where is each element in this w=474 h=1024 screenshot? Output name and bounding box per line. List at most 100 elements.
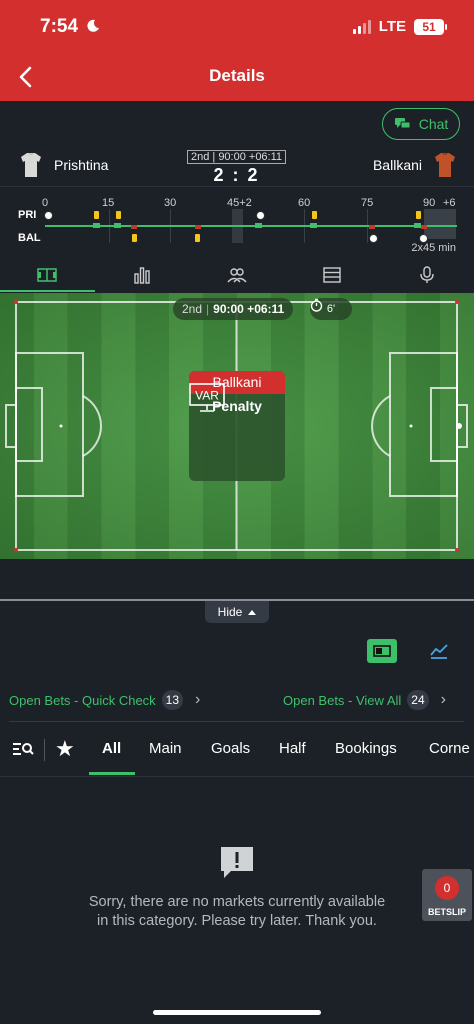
- moon-icon: [87, 19, 99, 32]
- var-icon-text: VAR: [195, 389, 219, 403]
- hide-button[interactable]: Hide: [205, 601, 269, 623]
- betslip-count: 0: [435, 876, 459, 900]
- market-tabs: ★ All Main Goals Half Bookings Corne: [0, 730, 474, 776]
- quick-check-count: 13: [161, 690, 184, 710]
- home-team: Prishtina: [20, 152, 108, 178]
- timeline-tick: 30: [164, 197, 177, 209]
- pitch-match-time: 2nd | 90:00 +06:11: [173, 298, 294, 320]
- substitution-icon: [93, 223, 100, 228]
- event-card: Ballkani VAR Penalty: [189, 371, 285, 481]
- search-list-icon: [13, 743, 34, 755]
- separator: [44, 739, 45, 761]
- open-bets-bar: Open Bets - Quick Check 13 › Open Bets -…: [0, 686, 474, 714]
- timeline-home-abbr: PRI: [18, 209, 37, 221]
- empty-state-message: Sorry, there are no markets currently av…: [88, 894, 386, 929]
- substitution-icon: [414, 223, 421, 228]
- away-shirt-icon: [435, 152, 455, 177]
- view-toggle-button[interactable]: [367, 639, 397, 663]
- market-tab-bookings[interactable]: Bookings: [335, 740, 397, 757]
- table-icon: [323, 267, 341, 283]
- market-tab-half[interactable]: Half: [279, 740, 306, 757]
- timeline-tick: +6: [443, 197, 456, 209]
- alert-message-icon: [221, 847, 253, 878]
- separator: [9, 721, 464, 722]
- battery-icon: 51: [414, 18, 447, 35]
- view-all-count: 24: [407, 690, 429, 710]
- page-title: Details: [209, 66, 265, 85]
- separator: [0, 776, 474, 777]
- goal-icon: [256, 211, 265, 220]
- match-score: 2 : 2: [213, 165, 260, 185]
- goal-icon: [369, 234, 378, 243]
- market-tab-all[interactable]: All: [102, 740, 121, 757]
- pitch-stopwatch: 6': [310, 298, 352, 320]
- yellow-card-icon: [312, 211, 317, 219]
- substitution-icon: [421, 225, 427, 229]
- yellow-card-icon: [416, 211, 421, 219]
- quick-check-label: Open Bets - Quick Check: [9, 692, 156, 708]
- open-bets-view-all[interactable]: Open Bets - View All 24 ›: [283, 690, 446, 710]
- goal-icon: [44, 211, 53, 220]
- market-tab-corners[interactable]: Corne: [429, 740, 470, 757]
- yellow-card-icon: [132, 234, 137, 242]
- timeline-tick: 45+2: [227, 197, 252, 209]
- status-time: 7:54: [40, 16, 79, 37]
- lineups-icon: [227, 268, 247, 283]
- match-clock: 90:00 +06:11: [218, 151, 283, 163]
- chat-label: Chat: [418, 116, 449, 132]
- substitution-icon: [131, 225, 137, 229]
- caret-up-icon: [248, 609, 257, 615]
- match-period: 2nd: [190, 151, 210, 163]
- tab-stats[interactable]: [95, 258, 190, 292]
- chevron-right-icon: ›: [440, 691, 446, 708]
- yellow-card-icon: [94, 211, 99, 219]
- market-tab-main[interactable]: Main: [149, 740, 182, 757]
- timeline-tick: 0: [42, 197, 49, 209]
- tab-lineups[interactable]: [190, 258, 285, 292]
- home-team-name: Prishtina: [54, 157, 109, 173]
- match-duration: 2x45 min: [411, 242, 456, 254]
- tab-table[interactable]: [284, 258, 379, 292]
- network-label: LTE: [378, 18, 406, 35]
- away-team: Ballkani: [373, 152, 456, 178]
- yellow-card-icon: [195, 234, 200, 242]
- hide-label: Hide: [217, 605, 243, 619]
- timeline-away-abbr: BAL: [18, 232, 41, 244]
- substitution-icon: [255, 223, 262, 228]
- chat-icon: [394, 118, 411, 129]
- chat-button[interactable]: Chat: [382, 108, 460, 140]
- microphone-icon: [419, 266, 434, 283]
- substitution-icon: [195, 225, 201, 229]
- yellow-card-icon: [116, 211, 121, 219]
- timeline-tick: 60: [298, 197, 311, 209]
- screen-icon: [373, 645, 391, 657]
- betslip-label: BETSLIP: [427, 907, 466, 917]
- favorites-star-icon[interactable]: ★: [55, 738, 75, 760]
- chart-button[interactable]: [429, 641, 449, 661]
- header: Details: [0, 54, 474, 101]
- tab-pitch[interactable]: [0, 258, 95, 292]
- battery-level: 51: [422, 19, 436, 34]
- substitution-icon: [369, 225, 375, 229]
- tab-commentary[interactable]: [379, 258, 474, 292]
- timeline-tick: 15: [102, 197, 115, 209]
- timeline-progress: [45, 225, 457, 227]
- pitch-view: 2nd | 90:00 +06:11 6' Ballkani VAR Penal…: [0, 293, 474, 559]
- home-indicator[interactable]: [153, 1010, 321, 1015]
- timeline-tick: 90: [423, 197, 436, 209]
- stopwatch-value: 6': [326, 303, 336, 315]
- stopwatch-icon: [310, 298, 323, 312]
- status-bar: 7:54 LTE 51: [0, 0, 474, 54]
- substitution-icon: [310, 223, 317, 228]
- market-tab-goals[interactable]: Goals: [211, 740, 250, 757]
- open-bets-quick-check[interactable]: Open Bets - Quick Check 13 ›: [9, 690, 200, 710]
- market-search-button[interactable]: [12, 740, 34, 760]
- chevron-right-icon: ›: [195, 691, 201, 708]
- away-team-name: Ballkani: [372, 157, 422, 173]
- betslip-button[interactable]: 0 BETSLIP: [422, 869, 472, 921]
- signal-icon: [352, 19, 371, 34]
- view-all-label: Open Bets - View All: [283, 692, 402, 708]
- line-chart-icon: [430, 644, 448, 659]
- var-icon: VAR: [189, 383, 225, 412]
- view-tabs: [0, 258, 474, 292]
